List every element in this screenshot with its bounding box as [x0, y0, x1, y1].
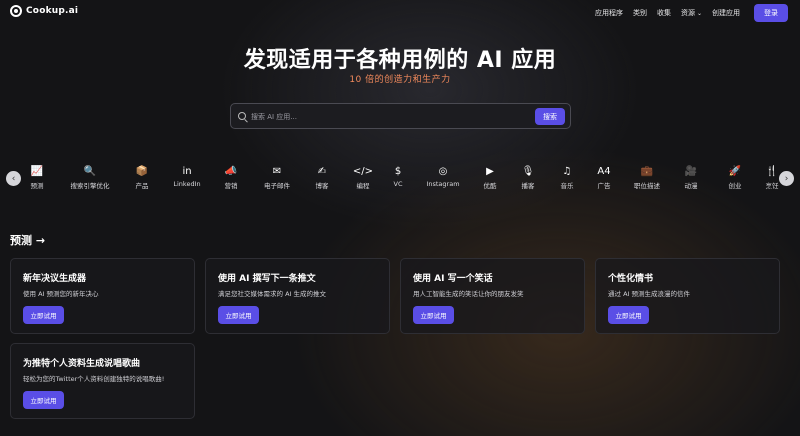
nav-link-apps[interactable]: 应用程序	[595, 8, 623, 18]
app-card[interactable]: 为推特个人资料生成说唱歌曲 轻松为您的Twitter个人资料创建独特的说唱歌曲!…	[10, 343, 195, 419]
nav-links: 应用程序 类别 收集 资源 ⌄ 创建应用	[595, 8, 740, 18]
card-title: 新年决议生成器	[23, 274, 87, 284]
cookup-logo-icon	[10, 5, 22, 17]
nav-link-resources-label: 资源	[680, 9, 695, 17]
app-card[interactable]: 使用 AI 写一个笑话 用人工智能生成的笑话让你的朋友发笑 立即试用	[400, 258, 585, 334]
nav-link-resources[interactable]: 资源 ⌄	[681, 8, 702, 18]
hero-title: 发现适用于各种用例的 AI 应用	[243, 48, 557, 73]
card-description: 通过 AI 预测生成浪漫的信件	[608, 290, 690, 298]
try-now-button[interactable]: 立即试用	[608, 306, 649, 324]
search-icon: 🔍	[83, 166, 97, 177]
category-label: 烹饪	[765, 182, 779, 190]
brand-name: Cookup.ai	[26, 6, 79, 16]
search-bar: 搜索	[230, 103, 571, 129]
category-1[interactable]: 🔍 搜索引擎优化	[60, 165, 120, 190]
card-title: 个性化情书	[608, 274, 654, 284]
section-title[interactable]: 预测 →	[10, 232, 45, 248]
card-description: 用人工智能生成的笑话让你的朋友发笑	[413, 290, 524, 298]
app-card[interactable]: 个性化情书 通过 AI 预测生成浪漫的信件 立即试用	[595, 258, 780, 334]
try-now-button[interactable]: 立即试用	[23, 391, 64, 409]
category-17[interactable]: 🍴 烹饪	[742, 165, 800, 190]
card-title: 使用 AI 撰写下一条推文	[218, 274, 316, 284]
card-title: 使用 AI 写一个笑话	[413, 274, 493, 284]
card-description: 使用 AI 预测您的新年决心	[23, 290, 99, 298]
category-label: 预测	[30, 182, 44, 190]
brand-logo[interactable]: Cookup.ai	[10, 5, 78, 17]
app-card[interactable]: 新年决议生成器 使用 AI 预测您的新年决心 立即试用	[10, 258, 195, 334]
chevron-down-icon: ⌄	[696, 10, 702, 17]
nav-link-categories[interactable]: 类别	[633, 8, 647, 18]
card-title: 为推特个人资料生成说唱歌曲	[23, 359, 141, 369]
card-description: 满足您社交媒体需求的 AI 生成的推文	[218, 290, 326, 298]
hero-subtitle: 10 倍的创造力和生产力	[349, 75, 451, 85]
search-button[interactable]: 搜索	[535, 108, 565, 125]
utensils-icon: 🍴	[765, 166, 779, 177]
try-now-button[interactable]: 立即试用	[218, 306, 259, 324]
search-input[interactable]	[251, 110, 531, 123]
chart-icon: 📈	[30, 166, 44, 177]
top-navbar: Cookup.ai 应用程序 类别 收集 资源 ⌄ 创建应用 登录	[0, 0, 800, 26]
try-now-button[interactable]: 立即试用	[23, 306, 64, 324]
card-description: 轻松为您的Twitter个人资料创建独特的说唱歌曲!	[23, 375, 165, 383]
search-icon	[238, 112, 246, 120]
category-0[interactable]: 📈 预测	[7, 165, 67, 190]
app-card[interactable]: 使用 AI 撰写下一条推文 满足您社交媒体需求的 AI 生成的推文 立即试用	[205, 258, 390, 334]
login-button[interactable]: 登录	[754, 4, 788, 22]
try-now-button[interactable]: 立即试用	[413, 306, 454, 324]
category-strip: 📈 预测 🔍 搜索引擎优化 📦 产品 in LinkedIn 📣 营销 ✉ 电子邮件 ✍ 博客 </> 编程 $…	[22, 165, 782, 195]
nav-link-collections[interactable]: 收集	[657, 8, 671, 18]
nav-link-create-app[interactable]: 创建应用	[712, 8, 740, 18]
category-label: 搜索引擎优化	[70, 182, 110, 190]
